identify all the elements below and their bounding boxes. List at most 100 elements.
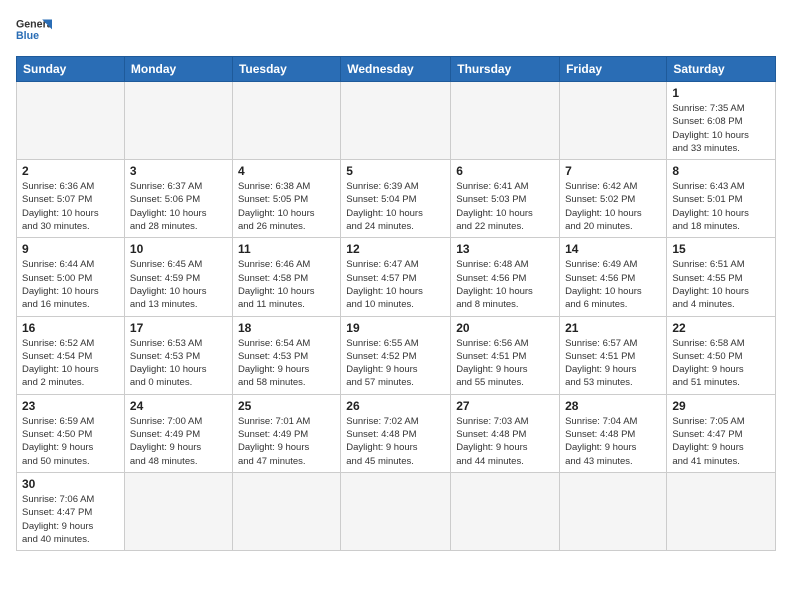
day-info: Sunrise: 6:51 AM Sunset: 4:55 PM Dayligh… (672, 258, 770, 311)
calendar-cell: 3Sunrise: 6:37 AM Sunset: 5:06 PM Daylig… (124, 160, 232, 238)
day-number: 19 (346, 321, 445, 335)
calendar-cell: 2 Sunrise: 6:36 AM Sunset: 5:07 PM Daylig… (17, 160, 125, 238)
calendar-cell: 14 Sunrise: 6:49 AM Sunset: 4:56 PM Dayli… (560, 238, 667, 316)
day-number: 1 (672, 86, 770, 100)
calendar-cell: 25 Sunrise: 7:01 AM Sunset: 4:49 PM Dayli… (232, 394, 340, 472)
calendar-cell: 19 Sunrise: 6:55 AM Sunset: 4:52 PM Dayli… (341, 316, 451, 394)
day-info: Sunrise: 6:56 AM Sunset: 4:51 PM Dayligh… (456, 337, 554, 390)
day-info: Sunrise: 6:44 AM Sunset: 5:00 PM Dayligh… (22, 258, 119, 311)
day-number: 7 (565, 164, 661, 178)
calendar-cell (124, 472, 232, 550)
day-info: Sunrise: 7:04 AM Sunset: 4:48 PM Dayligh… (565, 415, 661, 468)
svg-text:Blue: Blue (16, 30, 39, 42)
weekday-header-monday: Monday (124, 57, 232, 82)
calendar-cell: 6Sunrise: 6:41 AM Sunset: 5:03 PM Daylig… (451, 160, 560, 238)
day-info: Sunrise: 7:05 AM Sunset: 4:47 PM Dayligh… (672, 415, 770, 468)
day-number: 2 (22, 164, 119, 178)
calendar-cell: 5Sunrise: 6:39 AM Sunset: 5:04 PM Daylig… (341, 160, 451, 238)
calendar-cell: 30Sunrise: 7:06 AM Sunset: 4:47 PM Dayli… (17, 472, 125, 550)
day-number: 16 (22, 321, 119, 335)
day-info: Sunrise: 6:52 AM Sunset: 4:54 PM Dayligh… (22, 337, 119, 390)
calendar-cell: 21 Sunrise: 6:57 AM Sunset: 4:51 PM Dayli… (560, 316, 667, 394)
week-row-4: 16 Sunrise: 6:52 AM Sunset: 4:54 PM Dayli… (17, 316, 776, 394)
day-number: 12 (346, 242, 445, 256)
day-info: Sunrise: 6:37 AM Sunset: 5:06 PM Dayligh… (130, 180, 227, 233)
calendar-table: SundayMondayTuesdayWednesdayThursdayFrid… (16, 56, 776, 551)
calendar-cell: 15 Sunrise: 6:51 AM Sunset: 4:55 PM Dayli… (667, 238, 776, 316)
day-number: 9 (22, 242, 119, 256)
calendar-cell: 11 Sunrise: 6:46 AM Sunset: 4:58 PM Dayli… (232, 238, 340, 316)
calendar-cell (560, 472, 667, 550)
day-info: Sunrise: 6:47 AM Sunset: 4:57 PM Dayligh… (346, 258, 445, 311)
day-number: 20 (456, 321, 554, 335)
calendar-cell (560, 82, 667, 160)
day-number: 10 (130, 242, 227, 256)
page-header: General Blue (16, 16, 776, 46)
day-number: 27 (456, 399, 554, 413)
day-number: 8 (672, 164, 770, 178)
week-row-6: 30Sunrise: 7:06 AM Sunset: 4:47 PM Dayli… (17, 472, 776, 550)
day-number: 14 (565, 242, 661, 256)
week-row-2: 2 Sunrise: 6:36 AM Sunset: 5:07 PM Daylig… (17, 160, 776, 238)
day-info: Sunrise: 6:41 AM Sunset: 5:03 PM Dayligh… (456, 180, 554, 233)
weekday-header-tuesday: Tuesday (232, 57, 340, 82)
week-row-5: 23Sunrise: 6:59 AM Sunset: 4:50 PM Dayli… (17, 394, 776, 472)
logo: General Blue (16, 16, 58, 46)
day-info: Sunrise: 6:49 AM Sunset: 4:56 PM Dayligh… (565, 258, 661, 311)
day-info: Sunrise: 7:00 AM Sunset: 4:49 PM Dayligh… (130, 415, 227, 468)
weekday-header-sunday: Sunday (17, 57, 125, 82)
day-info: Sunrise: 6:48 AM Sunset: 4:56 PM Dayligh… (456, 258, 554, 311)
day-number: 15 (672, 242, 770, 256)
calendar-cell (124, 82, 232, 160)
day-info: Sunrise: 6:46 AM Sunset: 4:58 PM Dayligh… (238, 258, 335, 311)
calendar-cell: 27 Sunrise: 7:03 AM Sunset: 4:48 PM Dayli… (451, 394, 560, 472)
calendar-cell (232, 82, 340, 160)
calendar-cell: 23Sunrise: 6:59 AM Sunset: 4:50 PM Dayli… (17, 394, 125, 472)
calendar-cell (341, 472, 451, 550)
day-info: Sunrise: 6:54 AM Sunset: 4:53 PM Dayligh… (238, 337, 335, 390)
calendar-cell: 24Sunrise: 7:00 AM Sunset: 4:49 PM Dayli… (124, 394, 232, 472)
day-info: Sunrise: 6:55 AM Sunset: 4:52 PM Dayligh… (346, 337, 445, 390)
day-number: 21 (565, 321, 661, 335)
calendar-cell: 7Sunrise: 6:42 AM Sunset: 5:02 PM Daylig… (560, 160, 667, 238)
day-info: Sunrise: 6:38 AM Sunset: 5:05 PM Dayligh… (238, 180, 335, 233)
day-info: Sunrise: 6:58 AM Sunset: 4:50 PM Dayligh… (672, 337, 770, 390)
day-info: Sunrise: 7:35 AM Sunset: 6:08 PM Dayligh… (672, 102, 770, 155)
day-info: Sunrise: 7:01 AM Sunset: 4:49 PM Dayligh… (238, 415, 335, 468)
calendar-cell: 13 Sunrise: 6:48 AM Sunset: 4:56 PM Dayli… (451, 238, 560, 316)
day-number: 30 (22, 477, 119, 491)
weekday-header-friday: Friday (560, 57, 667, 82)
weekday-header-row: SundayMondayTuesdayWednesdayThursdayFrid… (17, 57, 776, 82)
day-number: 11 (238, 242, 335, 256)
calendar-cell: 20 Sunrise: 6:56 AM Sunset: 4:51 PM Dayli… (451, 316, 560, 394)
calendar-cell (451, 82, 560, 160)
calendar-cell: 26Sunrise: 7:02 AM Sunset: 4:48 PM Dayli… (341, 394, 451, 472)
calendar-cell: 10 Sunrise: 6:45 AM Sunset: 4:59 PM Dayli… (124, 238, 232, 316)
calendar-cell: 18 Sunrise: 6:54 AM Sunset: 4:53 PM Dayli… (232, 316, 340, 394)
day-number: 13 (456, 242, 554, 256)
calendar-cell (232, 472, 340, 550)
day-info: Sunrise: 6:53 AM Sunset: 4:53 PM Dayligh… (130, 337, 227, 390)
generalblue-logo-icon: General Blue (16, 16, 52, 46)
day-number: 22 (672, 321, 770, 335)
day-number: 18 (238, 321, 335, 335)
day-info: Sunrise: 7:02 AM Sunset: 4:48 PM Dayligh… (346, 415, 445, 468)
calendar-cell: 1 Sunrise: 7:35 AM Sunset: 6:08 PM Daylig… (667, 82, 776, 160)
day-info: Sunrise: 6:36 AM Sunset: 5:07 PM Dayligh… (22, 180, 119, 233)
weekday-header-saturday: Saturday (667, 57, 776, 82)
week-row-3: 9 Sunrise: 6:44 AM Sunset: 5:00 PM Daylig… (17, 238, 776, 316)
calendar-cell: 8 Sunrise: 6:43 AM Sunset: 5:01 PM Daylig… (667, 160, 776, 238)
day-info: Sunrise: 6:45 AM Sunset: 4:59 PM Dayligh… (130, 258, 227, 311)
calendar-cell (341, 82, 451, 160)
day-info: Sunrise: 6:43 AM Sunset: 5:01 PM Dayligh… (672, 180, 770, 233)
calendar-cell: 17Sunrise: 6:53 AM Sunset: 4:53 PM Dayli… (124, 316, 232, 394)
day-info: Sunrise: 6:57 AM Sunset: 4:51 PM Dayligh… (565, 337, 661, 390)
day-number: 28 (565, 399, 661, 413)
calendar-cell: 12 Sunrise: 6:47 AM Sunset: 4:57 PM Dayli… (341, 238, 451, 316)
day-info: Sunrise: 6:59 AM Sunset: 4:50 PM Dayligh… (22, 415, 119, 468)
day-number: 25 (238, 399, 335, 413)
weekday-header-thursday: Thursday (451, 57, 560, 82)
day-info: Sunrise: 6:39 AM Sunset: 5:04 PM Dayligh… (346, 180, 445, 233)
day-info: Sunrise: 7:03 AM Sunset: 4:48 PM Dayligh… (456, 415, 554, 468)
calendar-cell: 16 Sunrise: 6:52 AM Sunset: 4:54 PM Dayli… (17, 316, 125, 394)
